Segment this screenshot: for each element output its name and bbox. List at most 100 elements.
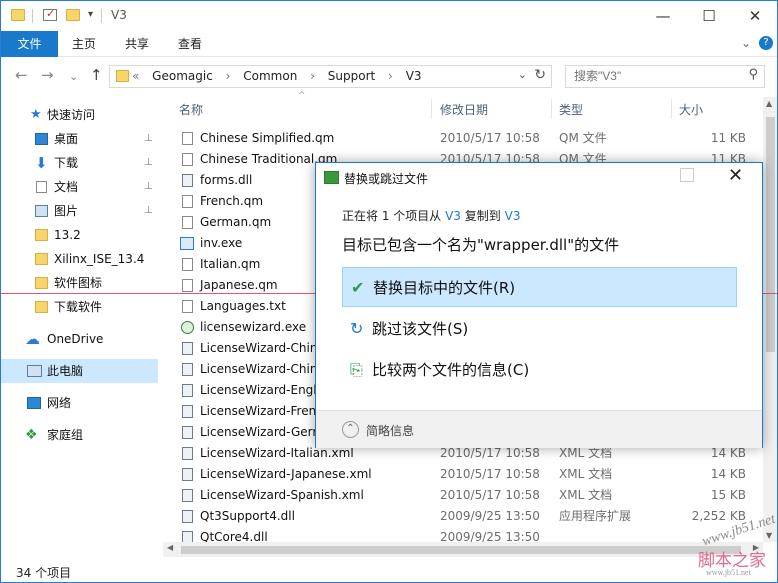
properties-icon[interactable] [43,7,57,21]
table-row[interactable]: QtCore4.dll 2009/9/25 13:50 [163,527,763,542]
address-bar[interactable]: « Geomagic › Common › Support › V3 ⌄ ↻ [109,65,552,88]
sidebar-item-quick-access[interactable]: ★ 快速访问 [1,103,158,127]
table-row[interactable]: LicenseWizard-Japanese.xml 2010/5/17 10:… [163,464,763,485]
navigation-bar: ← → ⌄ ↑ « Geomagic › Common › Support › … [1,61,777,91]
breadcrumb-item[interactable]: V3 [406,69,422,83]
breadcrumb-item[interactable]: Geomagic [152,69,213,83]
file-name: French.qm [200,194,264,208]
watermark-url: www.jb51.net [706,568,751,577]
divider[interactable] [431,99,432,119]
vertical-scrollbar[interactable]: ▲ ▼ [763,97,777,542]
window-title: V3 [111,8,127,22]
help-icon[interactable]: ? [759,36,773,50]
overflow-chevron-icon[interactable]: « [132,69,139,83]
sidebar-item-this-pc[interactable]: 此电脑 [1,359,158,383]
progress-middle: 复制到 [464,209,501,223]
table-row[interactable]: Qt3Support4.dll 2009/9/25 13:50 应用程序扩展 2… [163,506,763,527]
tab-home[interactable]: 主页 [72,31,96,57]
recent-locations-icon[interactable]: ⌄ [69,70,78,83]
folder-icon [11,9,25,21]
pin-icon[interactable]: ⊥ [144,175,153,199]
refresh-icon[interactable]: ↻ [534,67,546,83]
file-name: QtCore4.dll [200,530,268,542]
file-icon [182,216,193,229]
replace-option[interactable]: ✔ 替换目标中的文件(R) [342,267,737,307]
address-dropdown-icon[interactable]: ⌄ [518,68,527,81]
file-name: LicenseWizard-Chin [200,362,318,376]
table-row[interactable]: LicenseWizard-Spanish.xml 2010/5/17 10:5… [163,485,763,506]
scroll-left-icon[interactable]: ◀ [167,543,173,552]
ribbon-collapse-icon[interactable]: ⌄ [741,36,751,50]
scrollbar-thumb[interactable] [181,546,741,554]
scrollbar-thumb[interactable] [766,117,775,352]
source-folder-link[interactable]: V3 [445,209,461,223]
scroll-down-icon[interactable]: ▼ [766,531,772,540]
dialog-close-button[interactable]: ✕ [728,165,743,186]
close-button[interactable]: ✕ [732,1,777,31]
search-box[interactable]: ⚲ [565,65,765,88]
search-icon[interactable]: ⚲ [748,67,758,82]
sidebar-item-13-2[interactable]: 13.2 [1,223,158,247]
file-type: 应用程序扩展 [559,509,632,523]
dialog-footer: ⌃ 简略信息 [316,410,762,448]
sidebar-item-onedrive[interactable]: ☁ OneDrive [1,327,158,351]
column-header-size[interactable]: 大小 [679,101,703,118]
xml-file-icon [182,426,193,439]
skip-option[interactable]: ↻ 跳过该文件(S) [342,309,737,349]
table-row[interactable]: Chinese Simplified.qm 2010/5/17 10:58 QM… [163,128,763,149]
collapse-details-icon[interactable]: ⌃ [342,421,359,438]
divider[interactable] [671,99,672,119]
scroll-up-icon[interactable]: ▲ [766,99,772,108]
option-label: 跳过该文件(S) [372,320,469,338]
compare-option[interactable]: ⎘ 比较两个文件的信息(C) [342,350,737,390]
column-header-date[interactable]: 修改日期 [440,101,488,118]
cloud-icon: ☁ [25,330,40,348]
sidebar-item-pictures[interactable]: 图片 ⊥ [1,199,158,223]
sidebar-item-xilinx[interactable]: Xilinx_ISE_13.4 [1,247,158,271]
tab-file[interactable]: 文件 [1,31,58,57]
pin-icon[interactable]: ⊥ [144,199,153,223]
new-folder-icon[interactable] [66,9,80,21]
sidebar-item-software-icons[interactable]: 软件图标 [1,271,158,295]
file-size: 11 KB [710,131,746,145]
sidebar-item-network[interactable]: 网络 [1,391,158,415]
tab-view[interactable]: 查看 [178,31,202,57]
xml-file-icon [182,405,193,418]
column-header-name[interactable]: 名称 [179,101,203,118]
pin-icon[interactable]: ⊥ [144,127,153,151]
breadcrumb-separator-icon[interactable]: › [388,69,393,83]
breadcrumb-item[interactable]: Common [243,69,297,83]
search-input[interactable] [574,69,734,83]
sort-ascending-icon: ^ [298,91,306,101]
breadcrumb-separator-icon[interactable]: › [310,69,315,83]
horizontal-scrollbar[interactable]: ◀ ▶ [163,542,763,557]
xml-file-icon [182,363,193,376]
fewer-details-link[interactable]: 简略信息 [366,422,414,439]
sidebar-item-label: 13.2 [54,228,81,242]
maximize-button[interactable]: ☐ [686,1,732,31]
sidebar-item-desktop[interactable]: 桌面 ⊥ [1,127,158,151]
xml-file-icon [182,342,193,355]
quick-access-dropdown-icon[interactable]: ▾ [88,9,93,20]
up-button[interactable]: ↑ [90,66,103,84]
sidebar-item-documents[interactable]: 文档 ⊥ [1,175,158,199]
sidebar-item-label: 此电脑 [47,364,84,378]
forward-button[interactable]: → [41,66,54,84]
column-header-type[interactable]: 类型 [559,101,583,118]
title-bar: ▾ V3 — ☐ ✕ [1,1,777,31]
sidebar-item-label: 网络 [47,396,72,410]
pin-icon[interactable]: ⊥ [144,151,153,175]
breadcrumb-item[interactable]: Support [328,69,375,83]
breadcrumb-separator-icon[interactable]: › [226,69,231,83]
status-bar: 34 个项目 [1,560,777,582]
file-icon [182,279,193,292]
back-button[interactable]: ← [15,66,28,84]
tab-share[interactable]: 共享 [125,31,149,57]
file-icon [182,258,193,271]
sidebar-item-downloads[interactable]: ⬇ 下载 ⊥ [1,151,158,175]
sidebar-item-homegroup[interactable]: ❖ 家庭组 [1,423,158,447]
dest-folder-link[interactable]: V3 [505,209,521,223]
sidebar-item-download-software[interactable]: 下载软件 [1,295,158,319]
divider[interactable] [551,99,552,119]
minimize-button[interactable]: — [640,1,686,31]
